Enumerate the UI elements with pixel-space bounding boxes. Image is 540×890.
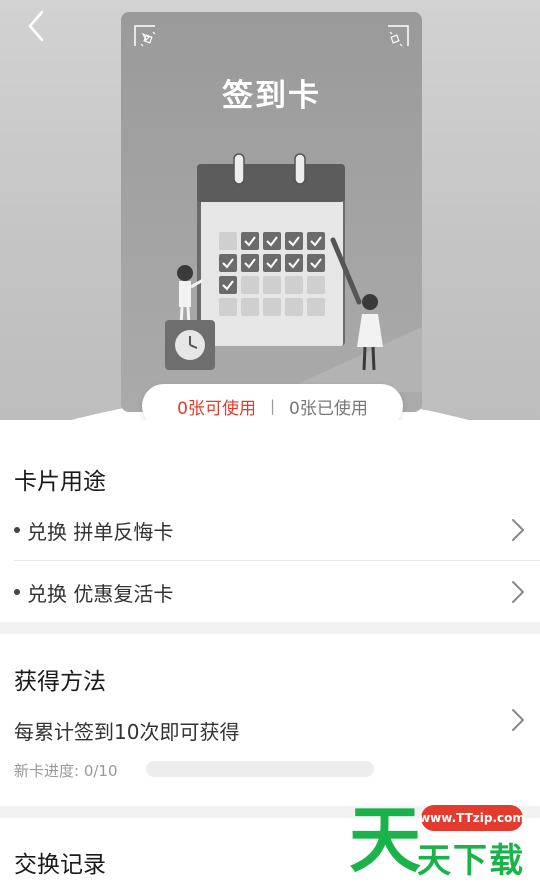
bullet-icon: [14, 527, 20, 533]
usage-item-regret-card[interactable]: 兑换 拼单反悔卡: [0, 499, 540, 561]
watermark-url: www.TTzip.com: [419, 805, 525, 831]
corner-ornament-icon: [134, 25, 156, 47]
back-arrow-icon[interactable]: [22, 6, 62, 46]
clock-icon: [175, 330, 205, 360]
count-separator: |: [269, 397, 276, 415]
bullet-icon: [14, 589, 20, 595]
watermark-text: 天下载: [417, 841, 525, 881]
method-description: 每累计签到10次即可获得: [14, 720, 240, 744]
usage-item-label: 兑换 优惠复活卡: [27, 582, 174, 606]
progress-label: 新卡进度: 0/10: [14, 762, 118, 780]
available-count[interactable]: 0张可使用: [177, 394, 256, 419]
section-gap: [0, 622, 540, 634]
used-count[interactable]: 0张已使用: [289, 394, 368, 419]
calendar-illustration: [165, 153, 422, 392]
usage-item-revive-card[interactable]: 兑换 优惠复活卡: [0, 561, 540, 623]
chevron-right-icon[interactable]: [510, 707, 526, 733]
sign-in-card-page: 签到卡 0张可使用 | 0张已使用 卡片用途 兑换 拼单反悔卡 兑换 优惠复活卡…: [0, 0, 540, 890]
card-title: 签到卡: [222, 78, 321, 114]
chevron-right-icon: [512, 519, 524, 541]
chevron-right-icon: [512, 581, 524, 603]
card-count-pill: 0张可使用 | 0张已使用: [142, 384, 403, 420]
card-header: 签到卡 0张可使用 | 0张已使用: [0, 0, 540, 420]
records-section-title: 交换记录: [14, 852, 106, 878]
corner-ornament-icon: [388, 25, 409, 47]
usage-section-title: 卡片用途: [14, 469, 106, 495]
watermark-big-char: 天: [349, 798, 422, 882]
method-section-title: 获得方法: [14, 669, 106, 695]
sign-in-card: 签到卡: [121, 12, 422, 412]
watermark-logo: 天 www.TTzip.com 天下载: [345, 795, 540, 890]
progress-bar: [146, 761, 374, 777]
usage-item-label: 兑换 拼单反悔卡: [27, 520, 174, 544]
